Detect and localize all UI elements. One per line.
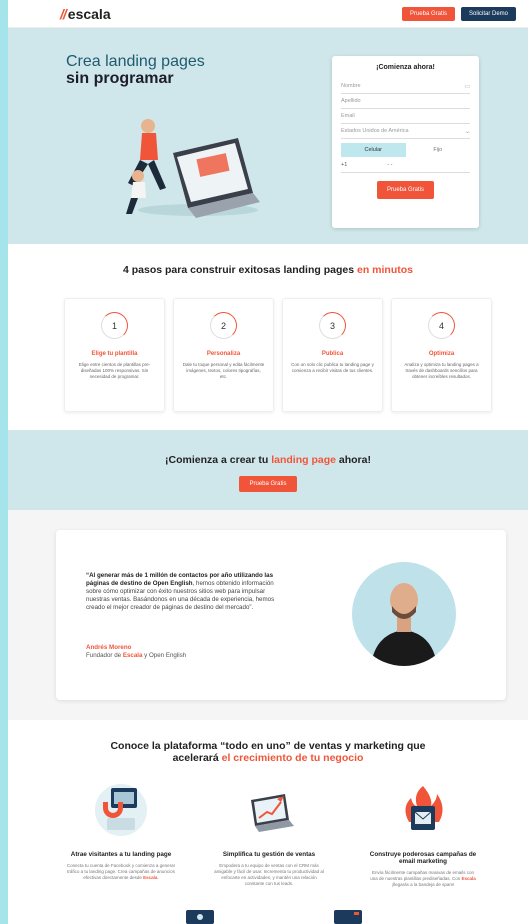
step-card: 1 Elige tu plantilla Elige entre cientos… (64, 298, 165, 412)
phone-type-tabs: Celular Fijo (341, 143, 470, 157)
cta-section: ¡Comienza a crear tu landing page ahora!… (8, 430, 528, 510)
step-card: 2 Personaliza Dale tu toque personal y e… (173, 298, 274, 412)
feature-desc: Conecta tu cuenta de Facebook y comienza… (66, 863, 176, 880)
contact-card-icon: ▭ (464, 83, 470, 90)
email-field[interactable]: Email (341, 109, 470, 124)
logo[interactable]: // escala (60, 6, 111, 22)
feature-desc: Envía fácilmente campañas masivas de ema… (370, 870, 476, 887)
testimonial-quote: “Al generar más de 1 millón de contactos… (86, 572, 275, 611)
country-select[interactable]: Estados Unidos de América ⌄ (341, 124, 470, 139)
magnet-ads-icon (95, 784, 147, 836)
chevron-down-icon: ⌄ (464, 128, 470, 135)
gear-card-icon (186, 910, 214, 924)
feature-title: Simplifica tu gestión de ventas (222, 851, 316, 858)
hero-illustration (126, 119, 260, 218)
submit-button[interactable]: Prueba Gratis (376, 181, 435, 199)
feature-title: Construye poderosas campañas de email ma… (369, 851, 477, 865)
step-desc: Con un solo clic publica tu landing page… (291, 362, 374, 373)
laptop-growth-icon (251, 794, 294, 832)
hero-title: Crea landing pages sin programar (66, 53, 205, 87)
lastname-field[interactable]: Apellido (341, 94, 470, 109)
step-number: 3 (319, 312, 346, 339)
feature-sales: Simplifica tu gestión de ventas Empodera… (214, 780, 324, 887)
testimonial-author: Andrés Moreno Fundador de Escala y Open … (86, 644, 186, 659)
feature-email: Construye poderosas campañas de email ma… (368, 780, 478, 888)
phone-prefix: +1 (341, 161, 348, 168)
logo-mark-icon: // (60, 5, 67, 22)
step-desc: Elige entre cientos de plantillas pre-di… (78, 362, 151, 379)
logo-text: escala (67, 5, 111, 22)
trial-button[interactable]: Prueba Gratis (401, 6, 455, 21)
page: // escala Prueba Gratis Solicitar Demo C… (8, 0, 528, 924)
feature-desc: Empodera a tu equipo de ventas con el CR… (214, 863, 324, 886)
author-photo (352, 562, 456, 666)
steps-title: 4 pasos para construir exitosas landing … (122, 264, 413, 276)
step-card: 4 Optimiza Analiza y optimiza tu landing… (391, 298, 492, 412)
cta-title: ¡Comienza a crear tu landing page ahora! (165, 454, 371, 466)
author-role: Fundador de Escala y Open English (86, 651, 187, 659)
step-title: Publica (321, 351, 344, 357)
form-title: ¡Comienza ahora! (376, 64, 435, 71)
name-field[interactable]: Nombre ▭ (341, 79, 470, 94)
step-title: Optimiza (428, 351, 455, 357)
cta-trial-button[interactable]: Prueba Gratis (239, 476, 297, 492)
step-number: 2 (210, 312, 237, 339)
feature-title: Atrae visitantes a tu landing page (70, 851, 172, 858)
top-navbar: // escala Prueba Gratis Solicitar Demo (8, 0, 528, 28)
chart-card-icon (334, 910, 362, 924)
step-number: 1 (101, 312, 128, 339)
feature-attract: Atrae visitantes a tu landing page Conec… (66, 780, 176, 881)
signup-form: ¡Comienza ahora! Nombre ▭ Apellido Email… (332, 56, 479, 228)
tab-landline[interactable]: Fijo (406, 143, 471, 157)
testimonial-card: “Al generar más de 1 millón de contactos… (56, 530, 506, 700)
steps-cards: 1 Elige tu plantilla Elige entre cientos… (64, 298, 492, 412)
step-title: Personaliza (206, 351, 241, 357)
step-desc: Dale tu toque personal y edita fácilment… (182, 362, 265, 379)
tab-mobile[interactable]: Celular (341, 143, 406, 157)
step-desc: Analiza y optimiza tu landing pages a tr… (404, 362, 479, 379)
step-number: 4 (428, 312, 455, 339)
author-name: Andrés Moreno (86, 644, 132, 651)
step-title: Elige tu plantilla (91, 351, 138, 357)
phone-mask: - - (387, 161, 393, 168)
phone-field[interactable]: +1 - - (341, 157, 470, 173)
request-demo-button[interactable]: Solicitar Demo (460, 6, 516, 21)
step-card: 3 Publica Con un solo clic publica tu la… (282, 298, 383, 412)
email-fire-icon (405, 786, 443, 830)
hero-section: Crea landing pages sin programar ¡Comien… (8, 28, 528, 244)
platform-title: Conoce la plataforma “todo en uno” de ve… (110, 740, 426, 764)
